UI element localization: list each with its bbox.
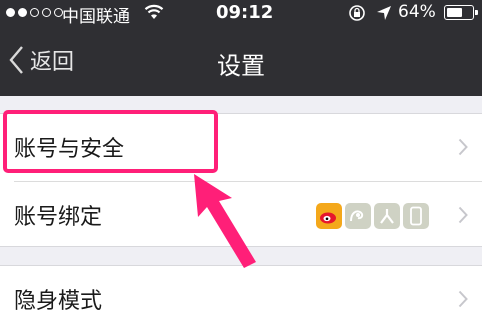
weibo-icon	[316, 203, 342, 229]
clock: 09:12	[216, 2, 274, 23]
stealth-mode-row[interactable]: 隐身模式	[0, 266, 482, 322]
account-binding-row[interactable]: 账号绑定	[0, 182, 482, 248]
battery-percent: 64%	[398, 2, 436, 22]
wifi-icon	[144, 4, 164, 19]
navigation-bar: 返回 设置	[0, 26, 482, 96]
account-security-label: 账号与安全	[14, 137, 125, 162]
top-bar: 中国联通 09:12 64% 返回 设置	[0, 0, 482, 96]
person-icon	[374, 203, 400, 229]
chevron-right-icon	[458, 138, 468, 156]
bound-accounts	[316, 203, 429, 229]
rotation-lock-icon	[349, 5, 365, 21]
page-title: 设置	[217, 52, 265, 80]
chevron-right-icon	[458, 206, 468, 224]
chevron-right-icon	[458, 290, 468, 308]
account-settings-group: 账号与安全 账号绑定	[0, 113, 482, 247]
account-security-row[interactable]: 账号与安全	[0, 114, 482, 180]
location-icon	[377, 6, 391, 20]
signal-strength-icon	[6, 8, 63, 17]
status-bar: 中国联通 09:12 64%	[0, 0, 482, 27]
carrier-name: 中国联通	[62, 7, 130, 27]
phone-icon	[403, 203, 429, 229]
tencent-weibo-icon	[345, 203, 371, 229]
stealth-mode-label: 隐身模式	[14, 289, 103, 314]
account-binding-label: 账号绑定	[14, 205, 103, 230]
settings-screen: 中国联通 09:12 64% 返回 设置 账号与安全 账号绑定 隐身模式	[0, 0, 482, 322]
battery-icon	[444, 5, 478, 20]
privacy-settings-group: 隐身模式	[0, 265, 482, 322]
